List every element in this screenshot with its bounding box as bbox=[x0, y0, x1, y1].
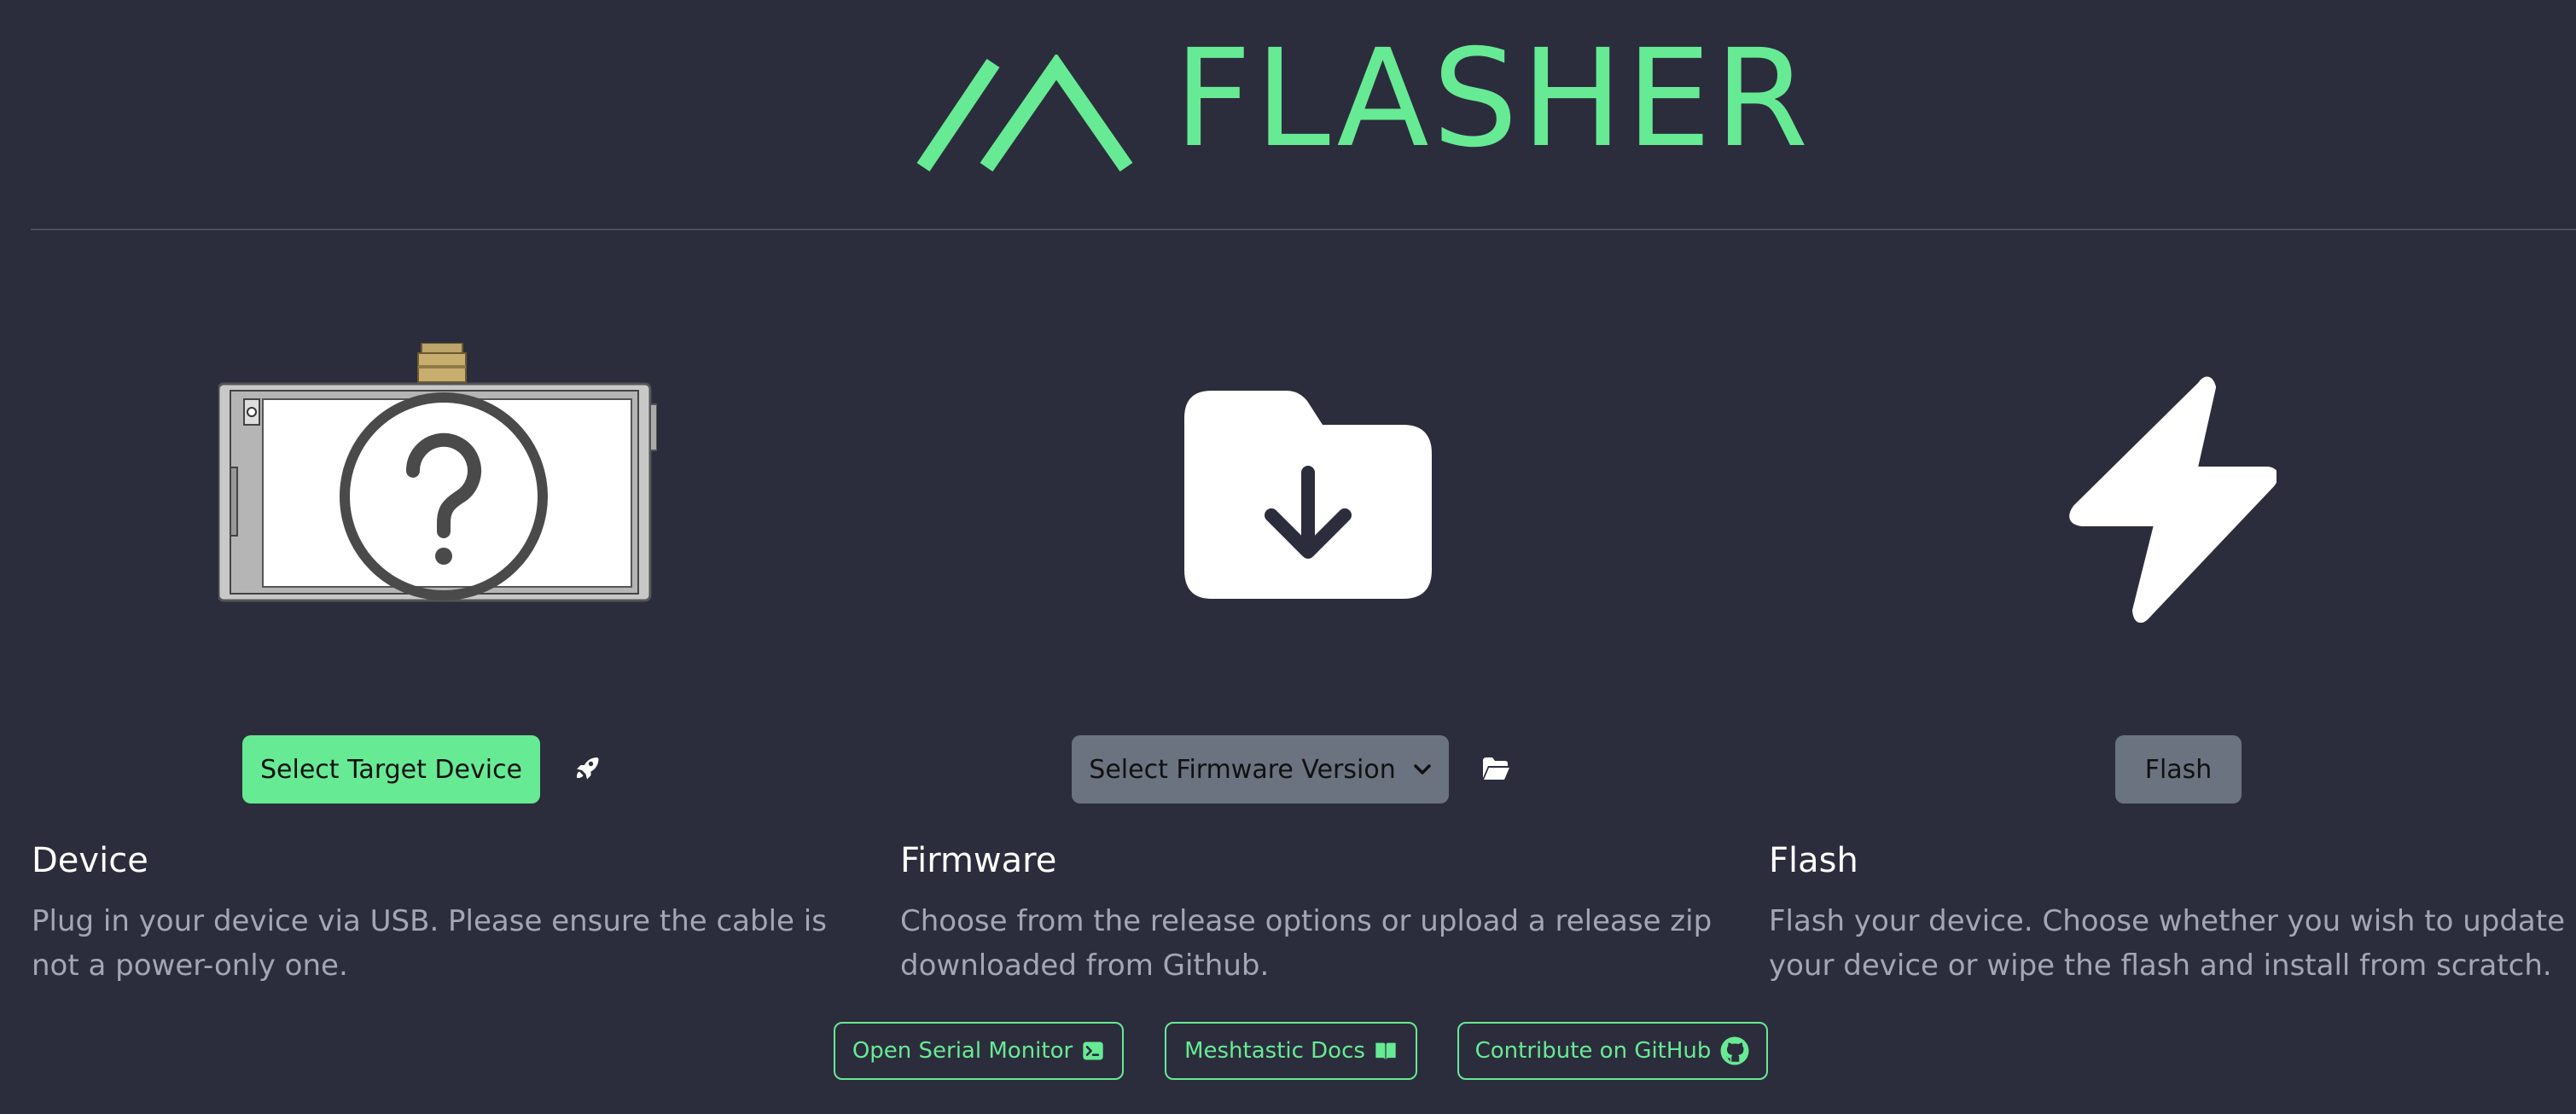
open-serial-monitor-button[interactable]: Open Serial Monitor bbox=[834, 1022, 1124, 1080]
flash-description: Flash your device. Choose whether you wi… bbox=[1769, 904, 2565, 983]
device-description: Plug in your device via USB. Please ensu… bbox=[32, 904, 827, 983]
lightning-bolt-icon bbox=[2069, 376, 2277, 623]
serial-monitor-label: Open Serial Monitor bbox=[852, 1038, 1073, 1064]
unknown-device-icon bbox=[218, 343, 657, 602]
device-title: Device bbox=[32, 841, 148, 880]
book-open-icon bbox=[1375, 1042, 1396, 1060]
docs-label: Meshtastic Docs bbox=[1184, 1038, 1365, 1064]
firmware-column: Select Firmware Version Firmware Choose … bbox=[869, 230, 1739, 998]
meshtastic-docs-button[interactable]: Meshtastic Docs bbox=[1165, 1022, 1417, 1080]
github-label: Contribute on GitHub bbox=[1474, 1038, 1712, 1064]
flash-column: Flash Flash Flash your device. Choose wh… bbox=[1737, 230, 2576, 998]
firmware-description: Choose from the release options or uploa… bbox=[900, 904, 1712, 983]
chevron-down-icon bbox=[1413, 764, 1431, 775]
app-title: FLASHER bbox=[1174, 20, 1812, 177]
terminal-icon bbox=[1083, 1041, 1103, 1060]
select-firmware-version-dropdown[interactable]: Select Firmware Version bbox=[1072, 735, 1449, 804]
folder-download-icon bbox=[1184, 391, 1432, 599]
flash-title: Flash bbox=[1769, 841, 1858, 880]
firmware-dropdown-label: Select Firmware Version bbox=[1089, 754, 1396, 785]
device-column: Select Target Device Device Plug in your… bbox=[0, 230, 870, 998]
meshtastic-logo-icon bbox=[916, 55, 1133, 172]
github-icon bbox=[1720, 1036, 1749, 1065]
select-target-device-button[interactable]: Select Target Device bbox=[242, 735, 540, 804]
contribute-on-github-button[interactable]: Contribute on GitHub bbox=[1457, 1022, 1768, 1080]
rocket-icon[interactable] bbox=[572, 752, 602, 783]
header: FLASHER bbox=[0, 0, 2576, 229]
folder-open-icon[interactable] bbox=[1481, 756, 1510, 781]
firmware-title: Firmware bbox=[900, 841, 1057, 880]
flash-button[interactable]: Flash bbox=[2115, 735, 2242, 804]
